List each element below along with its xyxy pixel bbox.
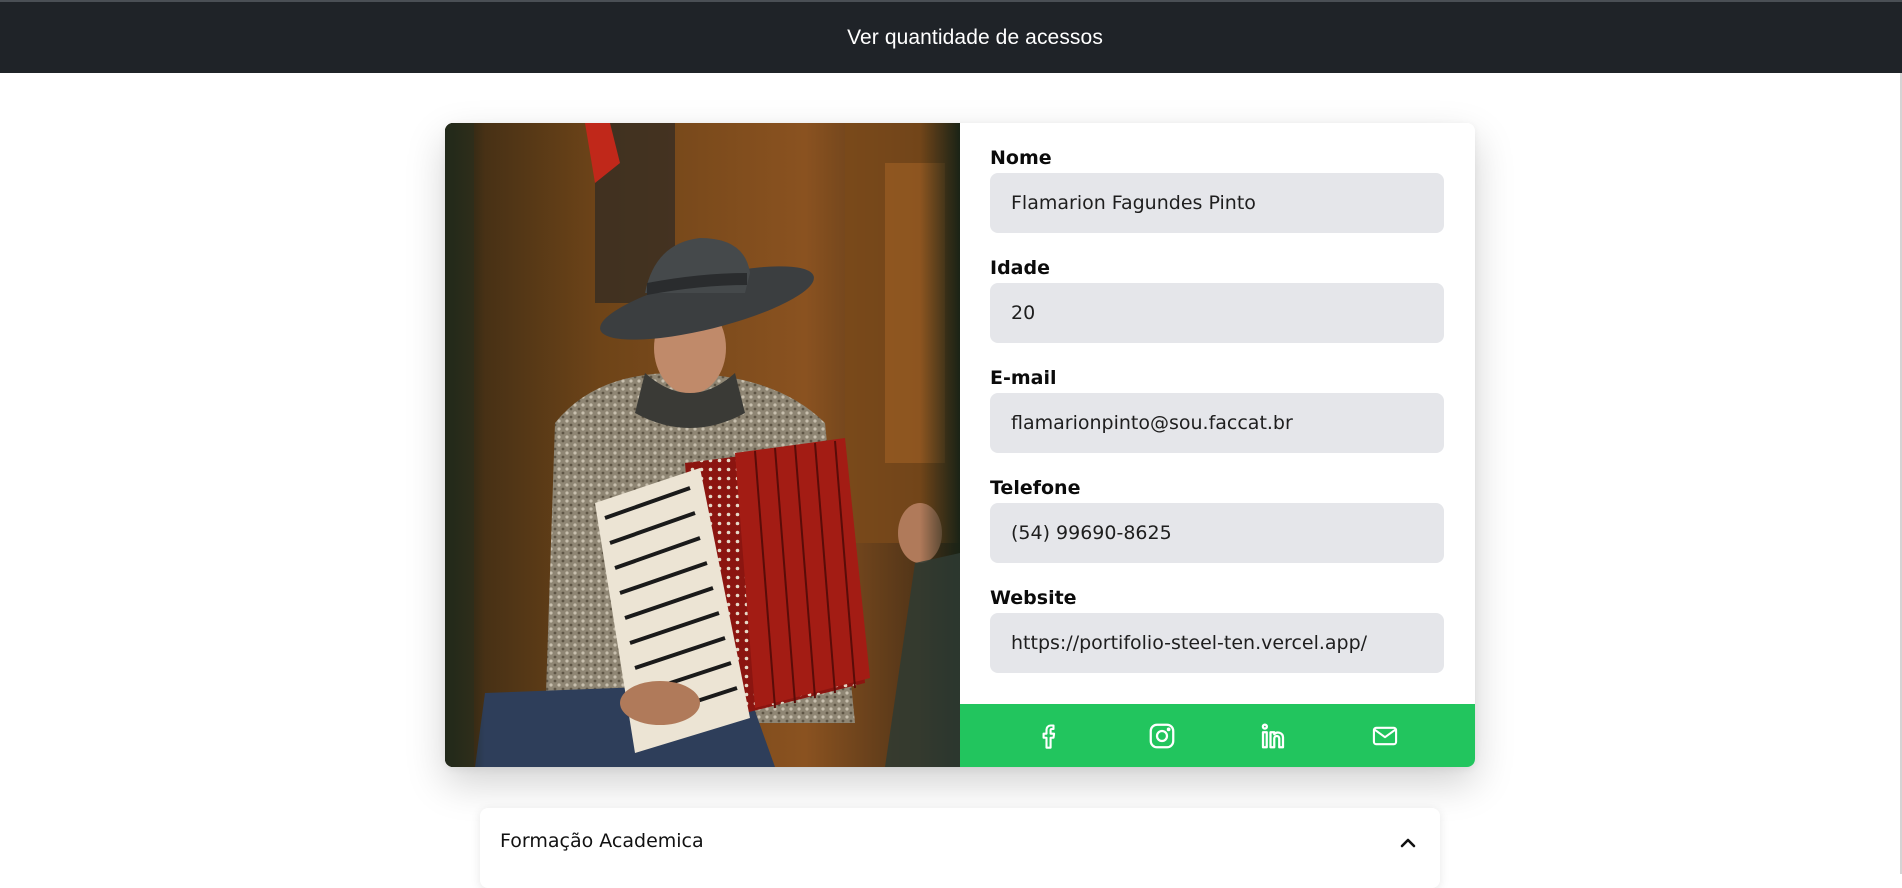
profile-form: Nome Idade E-mail Telefone Website [960, 123, 1475, 704]
linkedin-icon[interactable] [1255, 718, 1291, 754]
name-field[interactable] [990, 173, 1444, 233]
website-field[interactable] [990, 613, 1444, 673]
academic-background-accordion[interactable]: Formação Academica [480, 808, 1440, 888]
social-links-bar [960, 704, 1475, 767]
top-nav-bar: Ver quantidade de acessos [0, 0, 1902, 73]
profile-photo [445, 123, 960, 767]
instagram-icon[interactable] [1144, 718, 1180, 754]
age-label: Idade [990, 257, 1050, 279]
name-label: Nome [990, 147, 1052, 169]
website-label: Website [990, 587, 1077, 609]
age-field[interactable] [990, 283, 1444, 343]
profile-card: Nome Idade E-mail Telefone Website [445, 123, 1475, 767]
mail-icon[interactable] [1367, 718, 1403, 754]
accordion-title: Formação Academica [500, 830, 704, 852]
chevron-up-icon[interactable] [1398, 835, 1418, 851]
facebook-icon[interactable] [1032, 718, 1068, 754]
view-access-count-link[interactable]: Ver quantidade de acessos [847, 26, 1103, 50]
phone-field[interactable] [990, 503, 1444, 563]
email-label: E-mail [990, 367, 1057, 389]
phone-label: Telefone [990, 477, 1081, 499]
email-field[interactable] [990, 393, 1444, 453]
